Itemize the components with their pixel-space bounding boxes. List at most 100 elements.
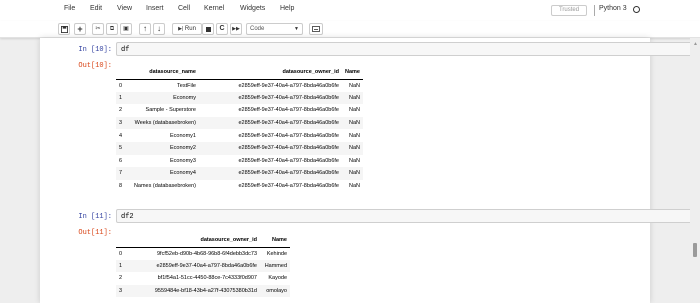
table-cell: NaN — [348, 82, 360, 89]
output-prompt: Out[11]: — [78, 229, 112, 237]
table-cell: NaN — [342, 141, 363, 155]
table-cell: 9fcf52eb-d90b-4b68-96b8-6f4debb3dc73 — [157, 250, 257, 257]
column-header — [116, 234, 128, 248]
table-row: 2 bf1f54a1-51cc-4450-88ce-7c4333f0d907 K… — [116, 272, 290, 285]
table-row: 1 e2859eff-9e37-40a4-a797-8bda46a0b6fe H… — [116, 259, 290, 273]
table-cell: Economy3 — [170, 157, 196, 164]
table-cell: Economy1 — [170, 132, 196, 139]
copy-button[interactable]: ⧉ — [106, 23, 118, 35]
restart-run-all-button[interactable]: ▶▶ — [230, 23, 242, 35]
table-cell: Economy4 — [128, 167, 199, 180]
restart-button[interactable]: C — [216, 23, 228, 35]
column-header: Name — [260, 234, 290, 248]
move-up-button[interactable]: ↑ — [139, 23, 151, 35]
kernel-name[interactable]: Python 3 — [599, 5, 627, 12]
table-row: 3 Weeks (databasebroken) e2859eff-9e37-4… — [116, 116, 363, 130]
menu-help[interactable]: Help — [280, 5, 294, 12]
run-label: Run — [184, 26, 196, 32]
table-cell: e2859eff-9e37-40a4-a797-8bda46a0b6fe — [199, 91, 342, 105]
table-row: 6 Economy3 e2859eff-9e37-40a4-a797-8bda4… — [116, 155, 363, 168]
interrupt-button[interactable] — [202, 23, 214, 35]
table-cell: Economy — [128, 91, 199, 105]
cell-type-select[interactable]: Code ▼ — [246, 23, 303, 35]
move-down-button[interactable]: ↓ — [153, 23, 165, 35]
code-text: df — [121, 46, 130, 54]
table-cell: Economy2 — [128, 141, 199, 155]
scroll-up-icon[interactable]: ▲ — [693, 41, 698, 47]
table-row: 8 Names (databasebroken) e2859eff-9e37-4… — [116, 180, 363, 193]
column-header: datasource_name — [128, 66, 199, 80]
stop-icon — [205, 26, 211, 32]
save-icon — [60, 25, 68, 33]
insert-cell-button[interactable]: + — [74, 23, 86, 35]
table-cell: e2859eff-9e37-40a4-a797-8bda46a0b6fe — [199, 167, 342, 180]
table-cell: Kayode — [268, 275, 287, 282]
table-cell: e2859eff-9e37-40a4-a797-8bda46a0b6fe — [238, 183, 339, 190]
menu-file[interactable]: File — [64, 5, 75, 12]
menu-view[interactable]: View — [117, 5, 132, 12]
table-cell: NaN — [342, 116, 363, 130]
code-cell-input[interactable]: df2 — [116, 209, 693, 223]
row-index: 3 — [116, 284, 128, 298]
table-row: 5 Economy2 e2859eff-9e37-40a4-a797-8bda4… — [116, 141, 363, 155]
row-index: 4 — [119, 132, 123, 139]
row-index: 5 — [116, 141, 128, 155]
menu-cell[interactable]: Cell — [178, 5, 190, 12]
row-index: 7 — [116, 167, 128, 180]
plus-icon: + — [77, 24, 83, 34]
scrollbar-thumb[interactable] — [693, 243, 697, 257]
copy-icon: ⧉ — [109, 26, 115, 32]
restart-icon: C — [219, 25, 225, 32]
dropdown-arrow-icon: ▼ — [294, 26, 299, 32]
run-button[interactable]: ▶| Run — [172, 23, 202, 35]
keyboard-icon — [312, 26, 320, 32]
input-prompt: In [11]: — [78, 213, 112, 221]
save-button[interactable] — [58, 23, 70, 35]
table-cell: NaN — [342, 91, 363, 105]
command-palette-button[interactable] — [309, 23, 323, 35]
table-header-row: datasource_owner_id Name — [116, 234, 290, 248]
step-forward-icon: ▶| — [178, 26, 184, 32]
row-index: 6 — [119, 157, 123, 164]
paste-button[interactable]: ▣ — [120, 23, 132, 35]
menu-widgets[interactable]: Widgets — [240, 5, 265, 12]
table-cell: NaN — [342, 167, 363, 180]
menu-bar: File Edit View Insert Cell Kernel Widget… — [0, 0, 700, 21]
menu-edit[interactable]: Edit — [90, 5, 102, 12]
table-cell: e2859eff-9e37-40a4-a797-8bda46a0b6fe — [238, 107, 339, 114]
column-header: Name — [342, 66, 363, 80]
table-cell: Weeks (databasebroken) — [128, 116, 199, 130]
dataframe-table: datasource_owner_id Name 0 9fcf52eb-d90b… — [116, 234, 290, 298]
scissors-icon: ✂ — [95, 26, 101, 32]
row-index: 2 — [119, 107, 123, 114]
cut-button[interactable]: ✂ — [92, 23, 104, 35]
row-index: 1 — [116, 91, 128, 105]
table-row: 3 9559484e-bf18-43b4-a27f-43075380b31d o… — [116, 284, 290, 298]
table-cell: e2859eff-9e37-40a4-a797-8bda46a0b6fe — [238, 157, 339, 164]
input-prompt: In [10]: — [78, 46, 112, 54]
table-row: 0 TestFile e2859eff-9e37-40a4-a797-8bda4… — [116, 79, 363, 92]
table-header-row: datasource_name datasource_owner_id Name — [116, 66, 363, 80]
table-cell: Kehinde — [266, 250, 287, 257]
row-index: 1 — [116, 259, 128, 273]
row-index: 8 — [119, 183, 123, 190]
table-cell: e2859eff-9e37-40a4-a797-8bda46a0b6fe — [128, 259, 260, 273]
kernel-separator — [594, 5, 595, 16]
menu-kernel[interactable]: Kernel — [204, 5, 224, 12]
row-index: 0 — [119, 250, 123, 257]
vertical-scrollbar[interactable]: ▲ — [690, 38, 700, 303]
table-cell: Names (databasebroken) — [133, 183, 196, 190]
table-cell: NaN — [348, 157, 360, 164]
table-cell: Sample - Superstore — [145, 107, 196, 114]
toolbar: + ✂ ⧉ ▣ ↑ ↓ ▶| Run C ▶▶ Code ▼ — [0, 21, 700, 38]
table-row: 1 Economy e2859eff-9e37-40a4-a797-8bda46… — [116, 91, 363, 105]
table-cell: bf1f54a1-51cc-4450-88ce-7c4333f0d907 — [157, 275, 257, 282]
table-cell: e2859eff-9e37-40a4-a797-8bda46a0b6fe — [238, 132, 339, 139]
trusted-badge[interactable]: Trusted — [551, 5, 587, 16]
code-cell-input[interactable]: df — [116, 42, 693, 56]
menu-insert[interactable]: Insert — [146, 5, 164, 12]
row-index: 0 — [119, 82, 123, 89]
table-row: 7 Economy4 e2859eff-9e37-40a4-a797-8bda4… — [116, 167, 363, 180]
output-prompt: Out[10]: — [78, 62, 112, 70]
table-row: 0 9fcf52eb-d90b-4b68-96b8-6f4debb3dc73 K… — [116, 247, 290, 260]
